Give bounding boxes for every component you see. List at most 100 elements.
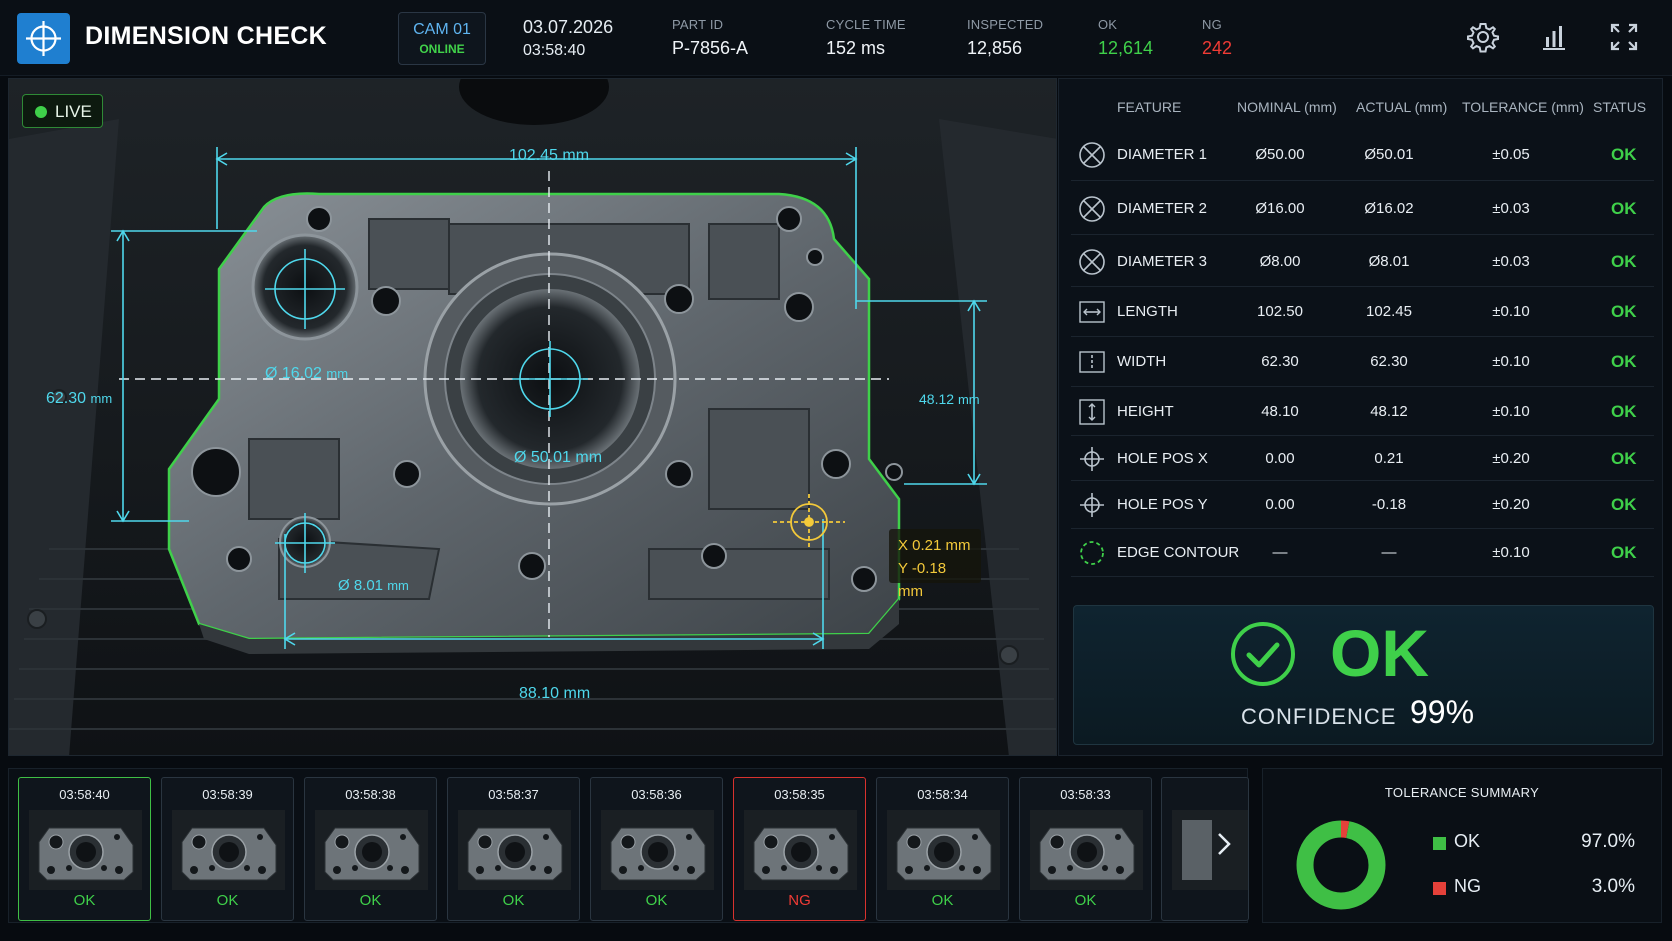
live-indicator: LIVE [22,94,103,128]
table-row[interactable]: WIDTH 62.30 62.30 ±0.10 OK [1071,337,1654,387]
tolerance-value: ±0.10 [1492,544,1530,561]
stat-value: 12,614 [1098,38,1154,58]
thumbnail-time: 03:58:38 [345,787,396,802]
feature-name: WIDTH [1117,353,1167,370]
thumbnail-status: OK [931,892,954,909]
history-thumbnail[interactable]: 03:58:39 OK [161,777,294,921]
diameter-icon [1079,196,1105,222]
bar-chart-icon[interactable] [1537,20,1571,54]
dim-center-diameter: Ø 50.01 mm [514,449,603,466]
thumbnail-status: OK [359,892,382,909]
thumbnail-image [887,810,1000,890]
stat-label: INSPECTED [967,17,1044,32]
nominal-value: 0.00 [1265,450,1295,467]
date-value: 03.07.2026 [523,17,614,37]
status-badge: OK [1611,352,1637,371]
tolerance-value: ±0.10 [1492,303,1530,320]
thumbnail-status: OK [1074,892,1097,909]
dim-left-height: 62.30 mm [46,390,113,407]
feature-name: LENGTH [1117,303,1178,320]
camera-view[interactable]: LIVE 102.45 mm 62.30 mm 48.12 mm 88.10 m… [8,78,1057,756]
chevron-right-icon[interactable] [1209,829,1239,859]
table-row[interactable]: EDGE CONTOUR — — ±0.10 OK [1071,529,1654,577]
thumbnail-status: OK [73,892,96,909]
table-row[interactable]: LENGTH 102.50 102.45 ±0.10 OK [1071,287,1654,337]
thumbnail-time: 03:58:40 [59,787,110,802]
camera-selector[interactable]: CAM 01 ONLINE [398,12,486,65]
height-icon [1079,399,1105,425]
diameter-icon [1079,142,1105,168]
thumbnail-time: 03:58:39 [202,787,253,802]
confidence-value: 99% [1410,694,1475,730]
stat-value: 12,856 [967,38,1023,58]
position-offset-label: X 0.21 mm Y -0.18 mm [889,529,981,600]
camera-status: ONLINE [419,42,465,56]
contour-icon [1080,541,1104,565]
tolerance-value: ±0.20 [1492,496,1530,513]
table-row[interactable]: DIAMETER 3 Ø8.00 Ø8.01 ±0.03 OK [1071,236,1654,287]
ok-legend-value: 97.0% [1581,831,1635,852]
table-row[interactable]: HOLE POS X 0.00 0.21 ±0.20 OK [1071,436,1654,481]
result-box: OK CONFIDENCE 99% [1073,605,1654,745]
history-thumbnail[interactable]: 03:58:33 OK [1019,777,1152,921]
thumbnail-status: NG [788,892,811,909]
status-badge: OK [1611,302,1637,321]
gear-icon[interactable] [1466,20,1500,54]
crosshair-icon [1080,447,1104,471]
history-thumbnail[interactable]: 03:58:34 OK [876,777,1009,921]
live-label: LIVE [55,102,92,121]
top-bar: DIMENSION CHECK CAM 01 ONLINE 03.07.2026… [0,0,1672,76]
feature-name: EDGE CONTOUR [1117,544,1240,561]
actual-value: Ø8.01 [1368,253,1410,270]
col-header-actual: ACTUAL (mm) [1356,99,1448,115]
history-thumbnail[interactable]: 03:58:36 OK [590,777,723,921]
thumbnail-image [1030,810,1143,890]
confidence-label: CONFIDENCE [1241,704,1397,729]
feature-name: HEIGHT [1117,403,1174,420]
dim-upper-left-diameter: Ø 16.02 mm [265,365,349,382]
history-thumbnail[interactable]: 03:58:37 OK [447,777,580,921]
actual-value: Ø16.02 [1364,200,1414,217]
fullscreen-icon[interactable] [1607,20,1641,54]
thumbnail-image [744,810,857,890]
actual-value: -0.18 [1371,496,1407,513]
feature-name: DIAMETER 2 [1117,200,1208,217]
result-status: OK [1330,616,1429,690]
tolerance-value: ±0.20 [1492,450,1530,467]
history-thumbnail[interactable]: 03:58:35 NG [733,777,866,921]
table-row[interactable]: HOLE POS Y 0.00 -0.18 ±0.20 OK [1071,481,1654,529]
thumbnail-time: 03:58:37 [488,787,539,802]
status-badge: OK [1611,252,1637,271]
nominal-value: 48.10 [1261,403,1299,420]
tolerance-value: ±0.10 [1492,353,1530,370]
tolerance-value: ±0.03 [1492,253,1530,270]
inspection-history: 03:58:40 OK 03:58:39 OK 03:58:38 OK 03:58:37 OK… [8,768,1249,923]
part-image [9,79,1056,755]
dim-right-height: 48.12 mm [919,391,980,407]
status-badge: OK [1611,495,1637,514]
stat-label: OK [1098,17,1118,32]
table-row[interactable]: HEIGHT 48.10 48.12 ±0.10 OK [1071,387,1654,436]
length-icon [1079,301,1105,323]
table-row[interactable]: DIAMETER 1 Ø50.00 Ø50.01 ±0.05 OK [1071,129,1654,181]
nominal-value: — [1272,544,1288,561]
dim-bottom-width: 88.10 mm [519,685,591,702]
dim-top-width: 102.45 mm [509,147,590,164]
thumbnail-time: 03:58:36 [631,787,682,802]
donut-chart [1296,820,1386,910]
table-row[interactable]: DIAMETER 2 Ø16.00 Ø16.02 ±0.03 OK [1071,182,1654,235]
history-thumbnail[interactable]: 03:58:40 OK [18,777,151,921]
ok-slice [1296,820,1386,910]
history-thumbnail[interactable]: 03:58:38 OK [304,777,437,921]
ok-legend-swatch [1433,837,1446,850]
stat-label: CYCLE TIME [826,17,906,32]
diameter-icon [1079,249,1105,275]
ok-count-stat: OK 12,614 [1098,17,1153,59]
thumbnail-time: 03:58:35 [774,787,825,802]
thumbnail-image [315,810,428,890]
app-title: DIMENSION CHECK [85,22,328,50]
nominal-value: 62.30 [1261,353,1299,370]
actual-value: 62.30 [1370,353,1408,370]
actual-value: 48.12 [1370,403,1408,420]
ng-legend-label: NG [1454,876,1481,896]
